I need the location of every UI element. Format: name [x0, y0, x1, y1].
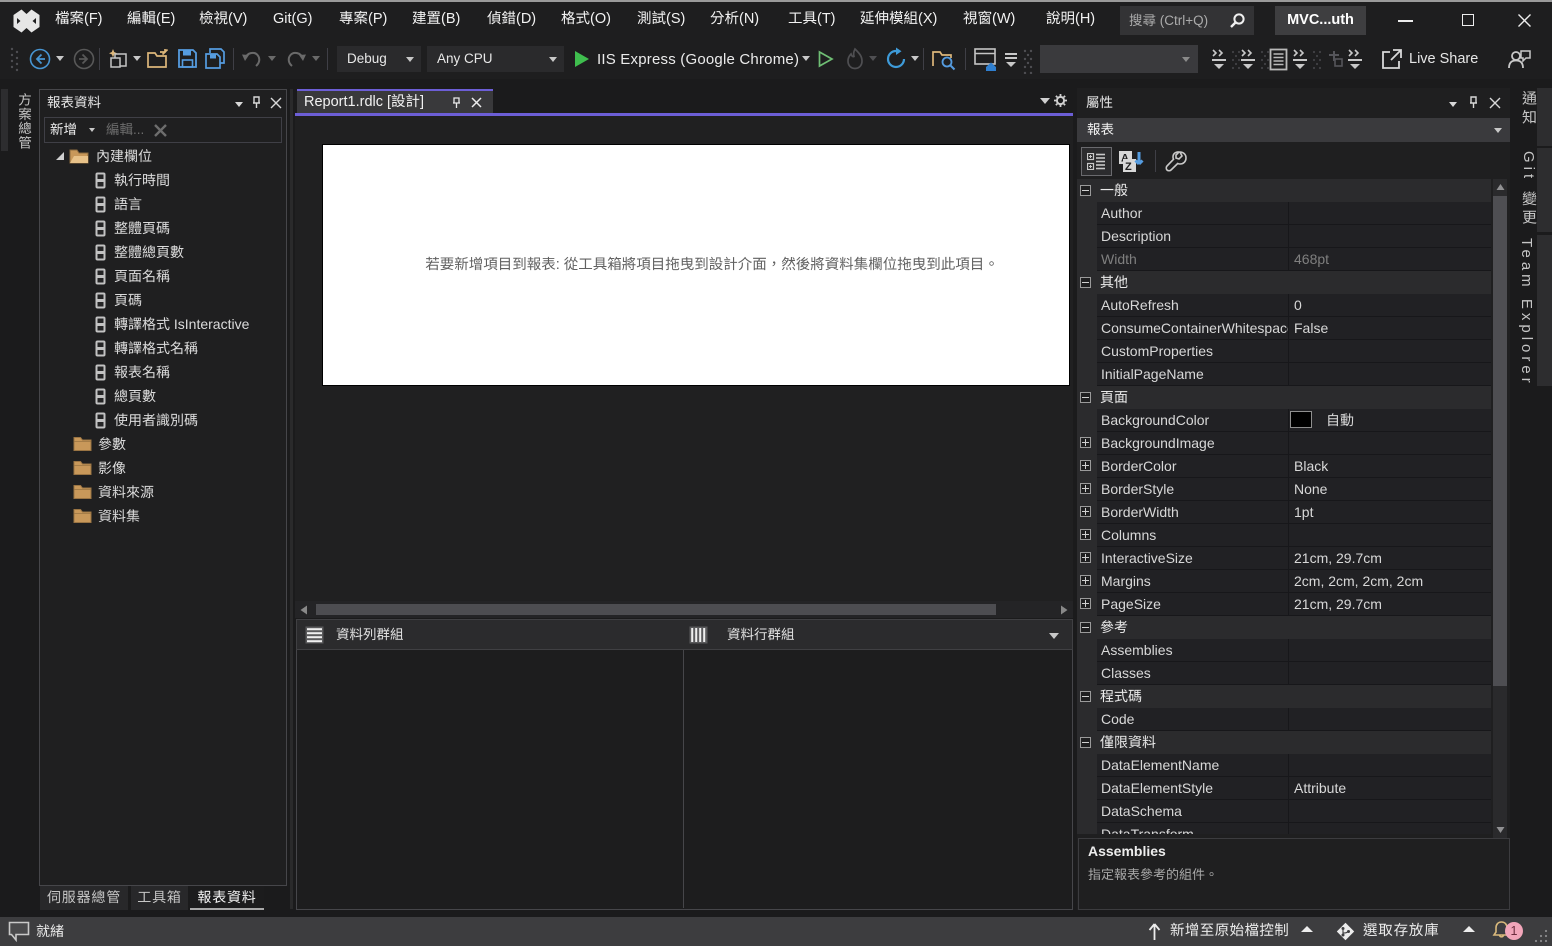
svg-text:Z: Z — [1125, 161, 1132, 173]
